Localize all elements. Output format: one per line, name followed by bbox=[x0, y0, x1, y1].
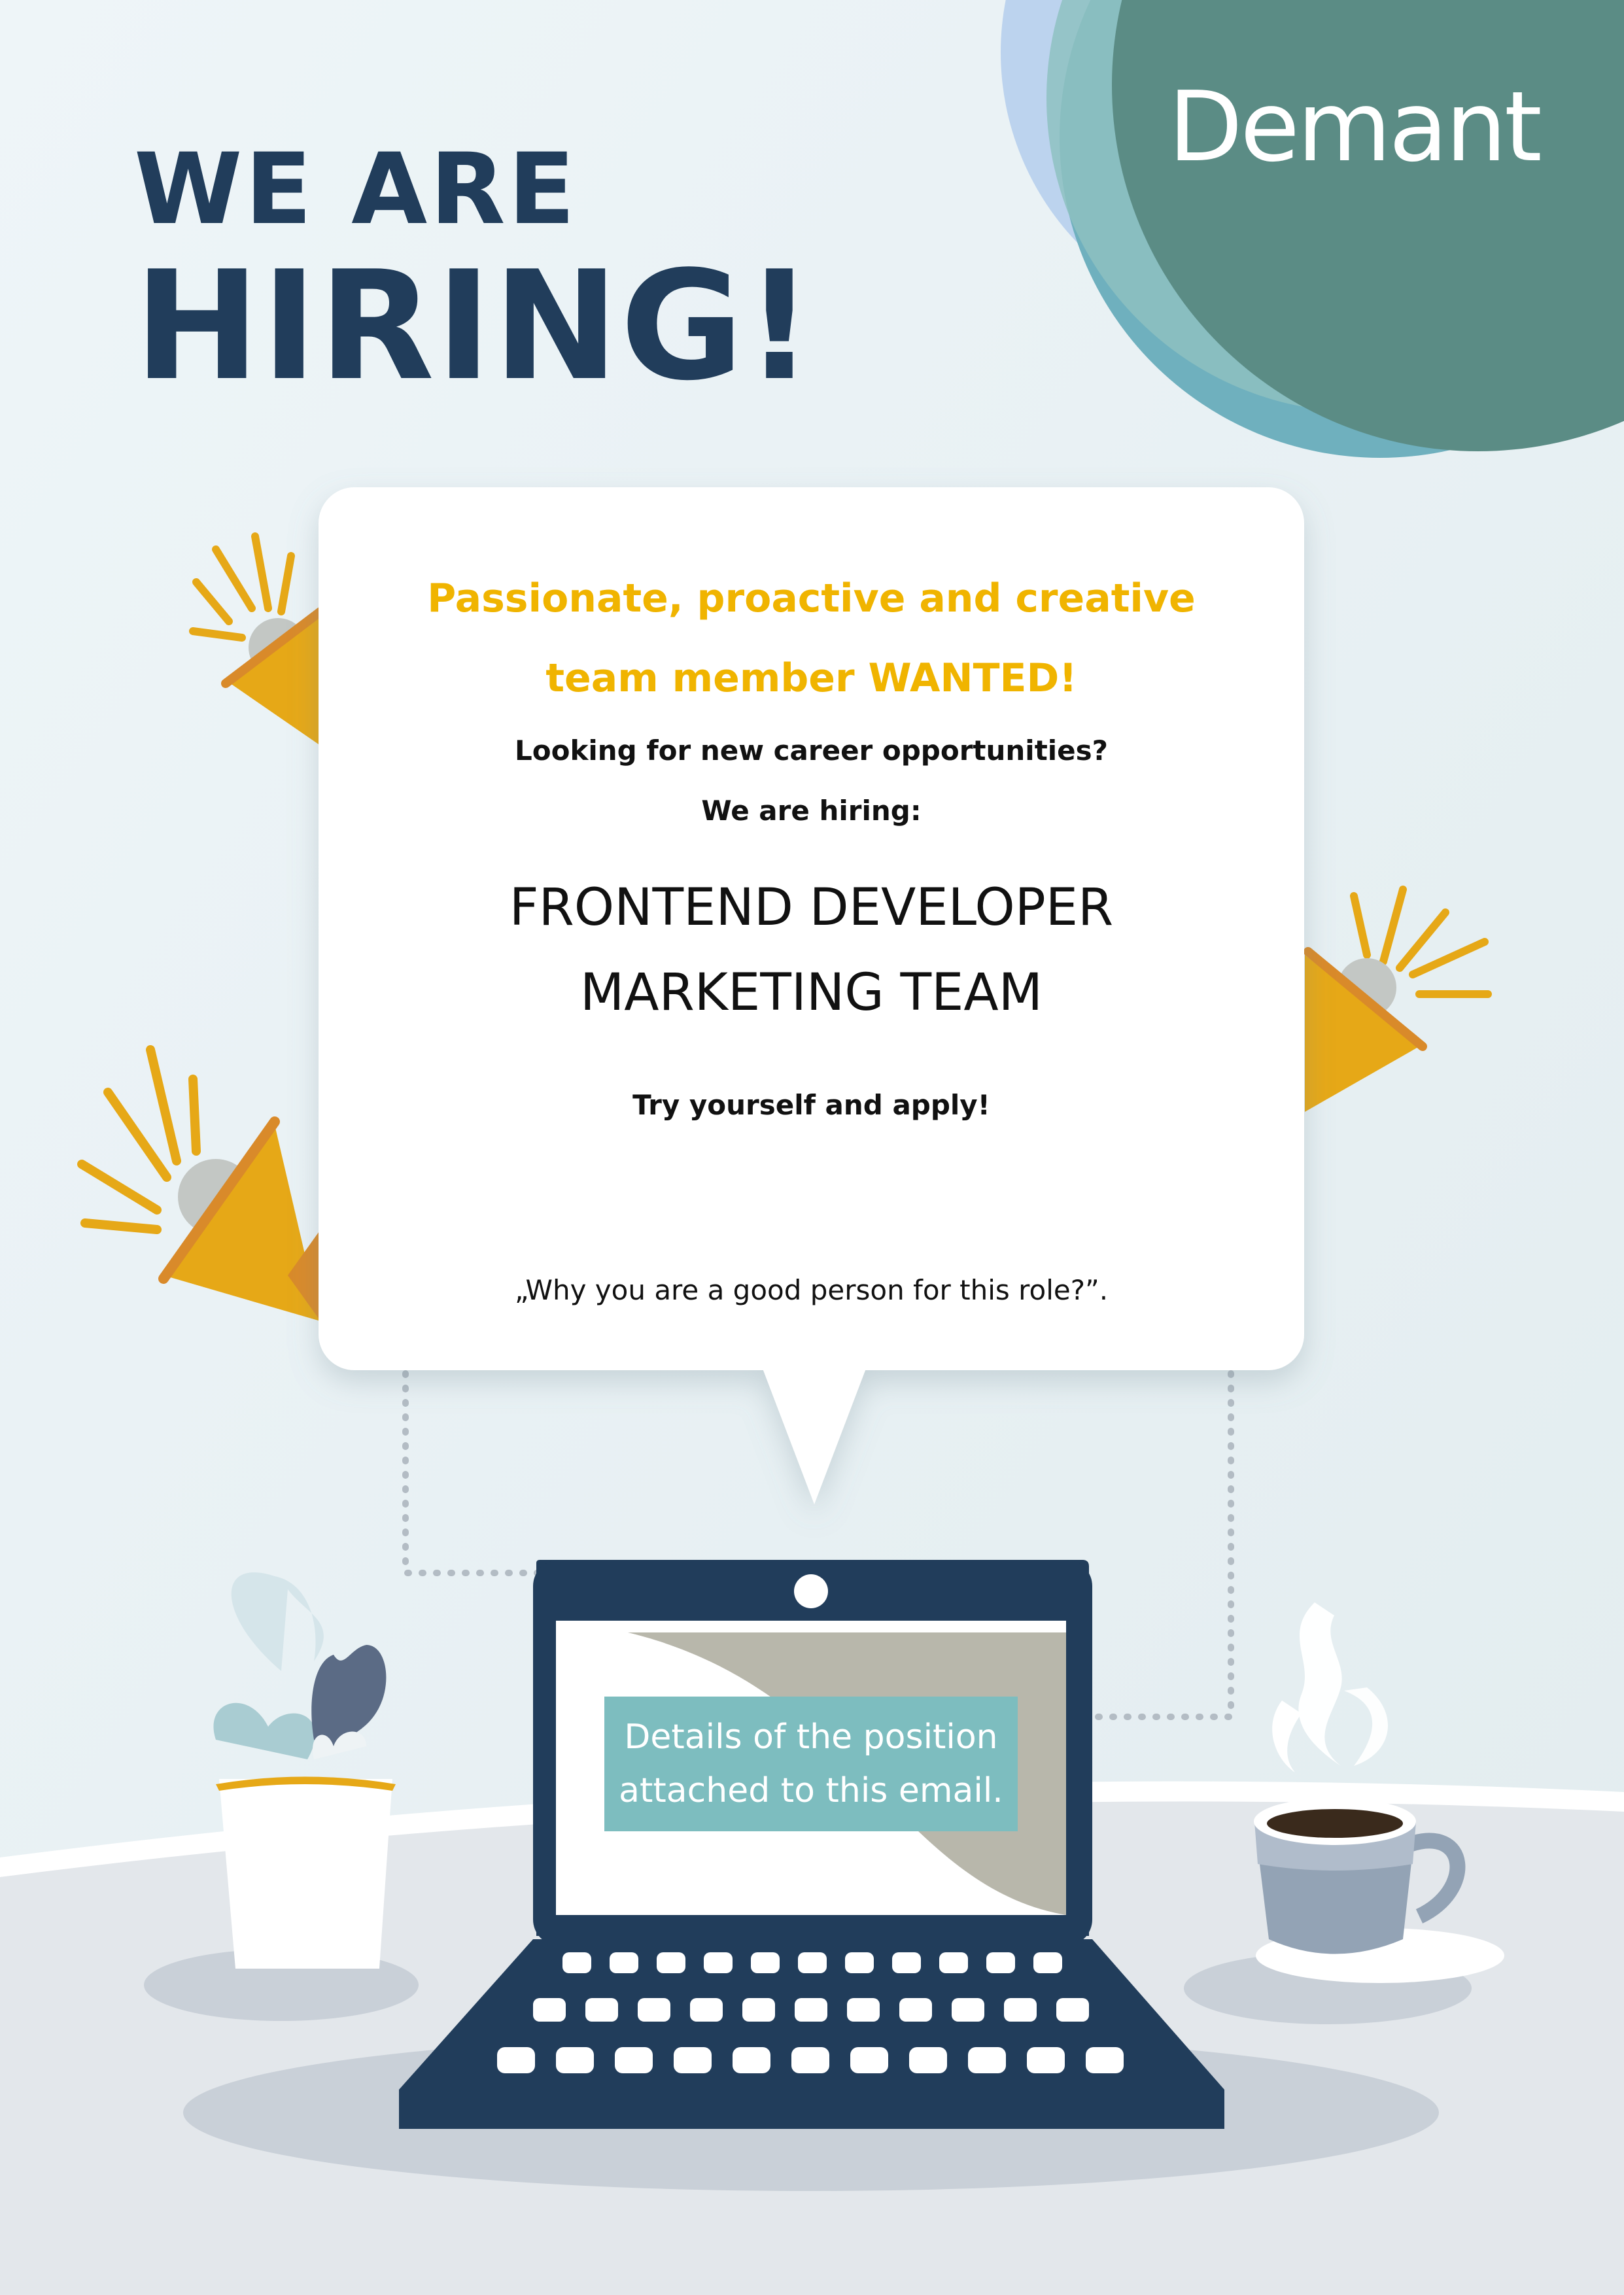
question-career: Looking for new career opportunities? bbox=[514, 734, 1109, 767]
brand-logo: Demant bbox=[1168, 71, 1542, 183]
details-text: Details of the position attached to this… bbox=[604, 1697, 1018, 1831]
bubble-content: Passionate, proactive and creative team … bbox=[319, 487, 1304, 1370]
question-hiring: We are hiring: bbox=[701, 795, 922, 827]
role-title-line2: MARKETING TEAM bbox=[579, 963, 1043, 1022]
headline-line2: HIRING! bbox=[134, 239, 815, 414]
tagline-line1: Passionate, proactive and creative bbox=[427, 576, 1196, 621]
quote-question: „Why you are a good person for this role… bbox=[514, 1274, 1109, 1306]
role-title-line1: FRONTEND DEVELOPER bbox=[509, 878, 1114, 937]
tagline-line2: team member WANTED! bbox=[545, 655, 1077, 701]
details-line1: Details of the position bbox=[624, 1717, 998, 1757]
call-to-action: Try yourself and apply! bbox=[632, 1089, 990, 1121]
headline-line1: WE ARE bbox=[134, 133, 578, 247]
headline: WE ARE HIRING! bbox=[134, 141, 815, 402]
details-line2: attached to this email. bbox=[619, 1771, 1003, 1810]
